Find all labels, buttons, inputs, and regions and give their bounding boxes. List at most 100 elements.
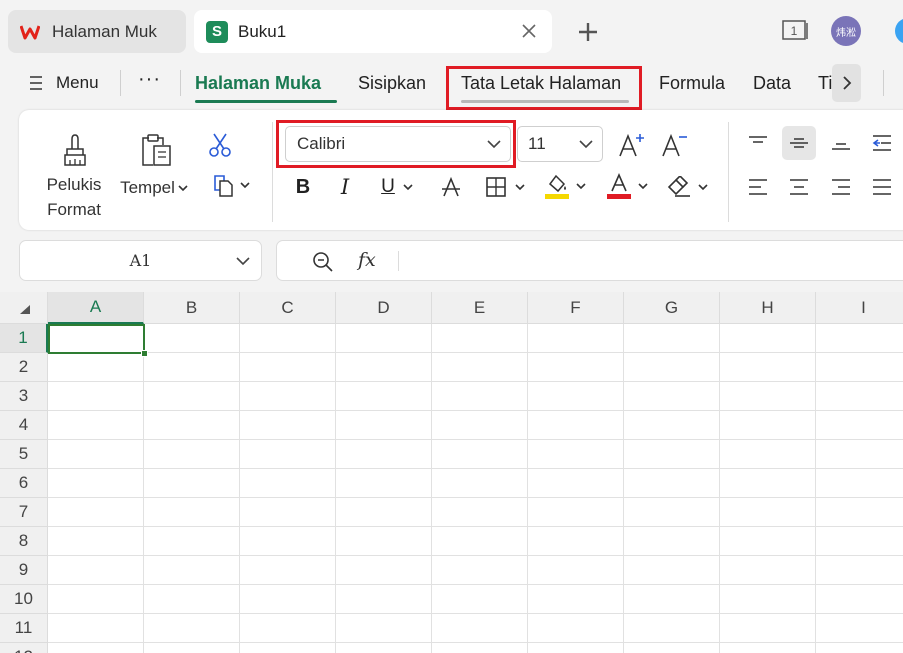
copy-button[interactable] <box>205 170 255 200</box>
italic-button[interactable]: I <box>331 172 359 202</box>
active-tab-indicator <box>195 100 337 103</box>
chevron-down-icon <box>638 183 648 190</box>
underline-glyph: U <box>381 176 395 197</box>
paste-button[interactable] <box>136 132 176 168</box>
increase-font-button[interactable] <box>616 130 646 160</box>
row-header[interactable]: 5 <box>0 440 48 469</box>
column-header[interactable]: A <box>48 292 144 324</box>
tab-home[interactable]: Halaman Muk <box>8 10 186 53</box>
clear-format-button[interactable] <box>663 172 711 202</box>
borders-icon <box>486 177 506 197</box>
tab-formula[interactable]: Formula <box>659 73 725 94</box>
tab-document[interactable]: S Buku1 <box>194 10 552 53</box>
align-center-button[interactable] <box>782 170 816 204</box>
underline-button[interactable]: U <box>375 172 419 202</box>
name-box-value: A1 <box>129 251 152 270</box>
bold-button[interactable]: B <box>289 172 317 202</box>
align-right-icon <box>832 179 850 195</box>
spreadsheet-logo-icon: S <box>206 20 228 43</box>
insert-function-button[interactable]: fx <box>358 249 376 271</box>
chevron-down-icon <box>576 183 586 190</box>
row-header[interactable]: 2 <box>0 353 48 382</box>
borders-button[interactable] <box>481 172 529 202</box>
justify-button[interactable] <box>865 170 899 204</box>
row-header[interactable]: 1 <box>0 324 48 353</box>
window-count: 1 <box>791 24 798 38</box>
window-count-icon[interactable]: 1 <box>782 19 810 41</box>
row-header[interactable]: 10 <box>0 585 48 614</box>
font-color-icon <box>607 173 631 199</box>
highlight-box-layout-tab <box>446 66 642 110</box>
decrease-font-button[interactable] <box>659 130 689 160</box>
tab-truncated[interactable]: Ti <box>818 73 832 94</box>
divider <box>272 122 273 222</box>
decrease-indent-button[interactable] <box>865 126 899 160</box>
zoom-icon[interactable] <box>312 251 334 273</box>
tab-data[interactable]: Data <box>753 73 791 94</box>
copy-icon <box>214 175 233 197</box>
font-increase-icon <box>619 133 644 157</box>
paste-icon <box>142 134 171 166</box>
more-button[interactable]: ··· <box>138 68 161 91</box>
tab-halaman-muka[interactable]: Halaman Muka <box>195 73 321 94</box>
avatar[interactable]: 炜淞 <box>831 16 861 46</box>
justify-icon <box>873 179 891 195</box>
column-header[interactable]: G <box>624 292 720 324</box>
strikethrough-icon <box>442 176 460 197</box>
divider <box>180 70 181 96</box>
column-header[interactable]: B <box>144 292 240 324</box>
plus-icon[interactable] <box>576 20 600 44</box>
fill-handle[interactable] <box>141 350 148 357</box>
column-header[interactable]: C <box>240 292 336 324</box>
select-all-icon <box>20 305 30 314</box>
wps-logo-icon <box>20 25 40 39</box>
spreadsheet-grid: ABCDEFGHI 123456789101112 <box>0 292 903 653</box>
font-size-select[interactable]: 11 <box>517 126 603 162</box>
select-all-corner[interactable] <box>0 292 48 324</box>
row-header[interactable]: 7 <box>0 498 48 527</box>
fill-color-button[interactable] <box>541 170 589 202</box>
divider <box>398 251 399 271</box>
column-header[interactable]: E <box>432 292 528 324</box>
active-cell[interactable] <box>48 324 145 354</box>
column-header[interactable]: F <box>528 292 624 324</box>
menu-button[interactable]: Menu <box>30 73 99 93</box>
align-left-icon <box>749 179 767 195</box>
fill-color-icon <box>545 174 569 199</box>
paste-dropdown[interactable]: Tempel <box>118 175 190 200</box>
close-icon[interactable] <box>520 22 538 40</box>
row-header[interactable]: 6 <box>0 469 48 498</box>
font-color-button[interactable] <box>603 170 651 202</box>
column-header[interactable]: D <box>336 292 432 324</box>
align-middle-icon <box>790 138 808 148</box>
format-painter-button[interactable] <box>55 132 95 168</box>
indent-decrease-icon <box>872 135 891 151</box>
format-painter-icon <box>64 134 86 166</box>
row-header[interactable]: 11 <box>0 614 48 643</box>
align-right-button[interactable] <box>824 170 858 204</box>
align-top-button[interactable] <box>741 126 775 160</box>
tab-sisipkan[interactable]: Sisipkan <box>358 73 426 94</box>
column-header[interactable]: H <box>720 292 816 324</box>
align-left-button[interactable] <box>741 170 775 204</box>
row-header[interactable]: 12 <box>0 643 48 653</box>
align-middle-button[interactable] <box>782 126 816 160</box>
paste-label: Tempel <box>120 178 175 197</box>
row-header[interactable]: 9 <box>0 556 48 585</box>
column-header[interactable]: I <box>816 292 903 324</box>
strikethrough-button[interactable] <box>437 172 465 202</box>
font-decrease-icon <box>662 133 687 157</box>
formula-input[interactable] <box>407 247 901 275</box>
notification-indicator[interactable] <box>895 18 903 44</box>
align-bottom-button[interactable] <box>824 126 858 160</box>
chevron-down-icon <box>515 184 525 191</box>
highlight-box-font-name <box>276 120 516 168</box>
cut-button[interactable] <box>205 130 235 160</box>
cell-area[interactable] <box>48 324 903 653</box>
row-header[interactable]: 4 <box>0 411 48 440</box>
name-box[interactable]: A1 <box>19 240 262 281</box>
row-header[interactable]: 3 <box>0 382 48 411</box>
format-painter-label: Pelukis Format <box>37 172 111 222</box>
row-header[interactable]: 8 <box>0 527 48 556</box>
scroll-tabs-right-button[interactable] <box>832 64 861 102</box>
